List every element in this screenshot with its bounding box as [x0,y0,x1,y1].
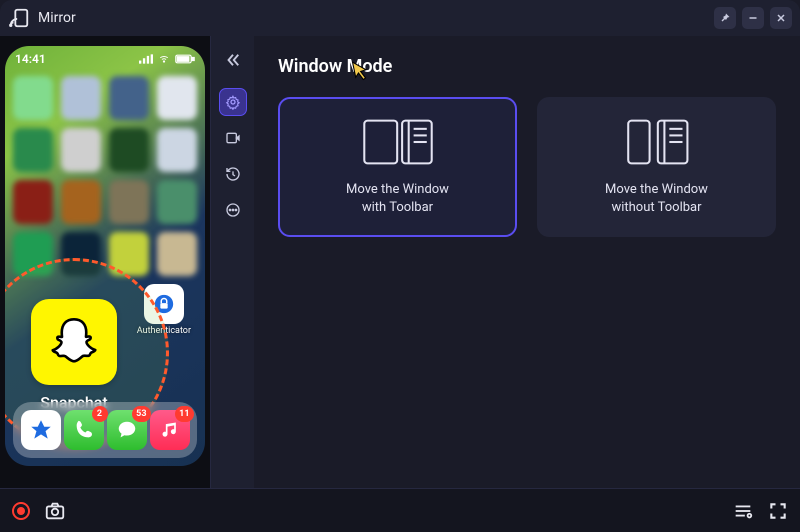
window-mode-options: Move the Windowwith Toolbar Move the Win… [278,97,776,237]
close-button[interactable] [770,7,792,29]
camera-icon [44,500,66,522]
app-brand: Mirror [8,7,76,29]
messages-badge: 53 [132,406,150,422]
settings-panel: Window Mode Move the Windowwith Toolbar [254,36,800,488]
mirrored-phone-screen[interactable]: 14:41 Authenticator [5,46,205,466]
dock-messages[interactable]: 53 [107,410,147,450]
cursor-overlay-icon [346,60,372,91]
battery-icon [175,54,195,64]
window-controls [714,7,792,29]
phone-statusbar: 14:41 [5,46,205,72]
fullscreen-icon [768,501,788,521]
panel-heading: Window Mode [278,56,392,77]
device-list-button[interactable] [732,500,754,522]
tool-rail [210,36,254,488]
wifi-icon [157,54,171,64]
option-caption: Move the Windowwith Toolbar [346,181,449,217]
window-with-toolbar-icon [361,117,435,167]
phone-dock: 2 53 11 [13,402,197,458]
more-tab[interactable] [219,196,247,224]
record-button[interactable] [12,502,30,520]
bottom-bar [0,488,800,532]
fullscreen-button[interactable] [768,501,788,521]
music-badge: 11 [175,406,193,422]
settings-tab[interactable] [219,88,247,116]
dock-phone[interactable]: 2 [64,410,104,450]
phone-badge: 2 [92,406,108,422]
phone-time: 14:41 [15,52,46,66]
history-tab[interactable] [219,160,247,188]
collapse-toggle[interactable] [219,46,247,74]
option-caption: Move the Windowwithout Toolbar [605,181,708,217]
mirror-pane: 14:41 Authenticator [0,36,210,488]
pin-button[interactable] [714,7,736,29]
gear-icon [225,94,241,110]
record-tab[interactable] [219,124,247,152]
titlebar: Mirror [0,0,800,36]
snapchat-app[interactable] [31,299,117,385]
more-icon [225,202,241,218]
dock-appstore[interactable] [21,410,61,450]
record-screen-icon [225,130,241,146]
option-without-toolbar[interactable]: Move the Windowwithout Toolbar [537,97,776,237]
signal-icon [139,54,153,64]
option-with-toolbar[interactable]: Move the Windowwith Toolbar [278,97,517,237]
window-without-toolbar-icon [620,117,694,167]
list-icon [732,500,754,522]
minimize-button[interactable] [742,7,764,29]
cast-icon [8,7,30,29]
app-title: Mirror [38,10,76,26]
dock-music[interactable]: 11 [150,410,190,450]
snapchat-icon [46,314,102,370]
history-icon [225,166,241,182]
screenshot-button[interactable] [44,500,66,522]
